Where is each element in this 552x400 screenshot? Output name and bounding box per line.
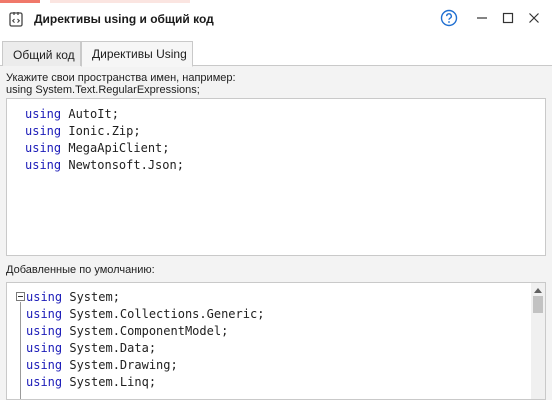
namespace-hint: Укажите свои пространства имен, например…	[6, 72, 236, 96]
code-namespace: System.Data;	[62, 341, 157, 355]
code-line: using AutoIt;	[25, 106, 184, 123]
minimize-icon	[476, 12, 488, 27]
top-accent-strip	[0, 0, 40, 3]
code-brackets-icon	[8, 10, 26, 28]
code-line: using System.Drawing;	[26, 357, 264, 374]
close-button[interactable]	[524, 9, 544, 29]
default-usings-editor[interactable]: using System; using System.Collections.G…	[6, 282, 546, 400]
code-keyword: using	[26, 290, 63, 304]
maximize-icon	[502, 12, 514, 27]
code-keyword: using	[26, 375, 63, 389]
code-namespace: Ionic.Zip;	[61, 124, 141, 138]
code-keyword: using	[25, 124, 62, 138]
user-usings-editor[interactable]: using AutoIt; using Ionic.Zip; using Meg…	[6, 98, 546, 256]
code-namespace: System.Linq;	[62, 375, 157, 389]
code-keyword: using	[26, 324, 63, 338]
scroll-up-arrow-icon[interactable]	[534, 288, 542, 293]
code-line: using System;	[26, 289, 264, 306]
code-keyword: using	[25, 107, 62, 121]
code-line: using Newtonsoft.Json;	[25, 157, 184, 174]
tab-shared-code[interactable]: Общий код	[2, 41, 81, 67]
help-circle-icon	[440, 9, 458, 30]
maximize-button[interactable]	[498, 9, 518, 29]
hint-example-line: using System.Text.RegularExpressions;	[6, 84, 200, 96]
code-namespace: System.Collections.Generic;	[62, 307, 265, 321]
user-usings-lines: using AutoIt; using Ionic.Zip; using Meg…	[25, 106, 184, 174]
code-namespace: System.Drawing;	[62, 358, 178, 372]
code-namespace: AutoIt;	[61, 107, 119, 121]
code-keyword: using	[25, 141, 62, 155]
code-namespace: System;	[62, 290, 120, 304]
code-keyword: using	[26, 358, 63, 372]
code-keyword: using	[26, 341, 63, 355]
tab-using-directives[interactable]: Директивы Using	[81, 41, 193, 67]
title-bar: Директивы using и общий код	[0, 0, 552, 38]
tab-content: Укажите свои пространства имен, например…	[0, 66, 552, 400]
collapse-toggle[interactable]	[16, 292, 25, 301]
code-keyword: using	[25, 158, 62, 172]
code-keyword: using	[26, 307, 63, 321]
code-line: using System.Linq;	[26, 374, 264, 391]
fold-guide-line	[20, 302, 21, 399]
code-line: using MegaApiClient;	[25, 140, 184, 157]
window-title: Директивы using и общий код	[34, 12, 214, 26]
default-usings-lines: using System; using System.Collections.G…	[26, 289, 264, 391]
hint-line: Укажите свои пространства имен, например…	[6, 72, 236, 84]
code-line: using System.ComponentModel;	[26, 323, 264, 340]
close-icon	[528, 12, 540, 27]
code-namespace: System.ComponentModel;	[62, 324, 229, 338]
code-line: using System.Collections.Generic;	[26, 306, 264, 323]
vertical-scrollbar[interactable]	[531, 283, 545, 399]
code-line: using System.Data;	[26, 340, 264, 357]
default-usings-label: Добавленные по умолчанию:	[6, 264, 155, 276]
tab-strip: Общий код Директивы Using	[0, 38, 552, 67]
code-namespace: MegaApiClient;	[61, 141, 170, 155]
scrollbar-thumb[interactable]	[533, 296, 543, 313]
help-button[interactable]	[439, 9, 459, 29]
minimize-button[interactable]	[472, 9, 492, 29]
code-line: using Ionic.Zip;	[25, 123, 184, 140]
code-namespace: Newtonsoft.Json;	[61, 158, 184, 172]
top-accent-strip-light	[50, 0, 190, 3]
